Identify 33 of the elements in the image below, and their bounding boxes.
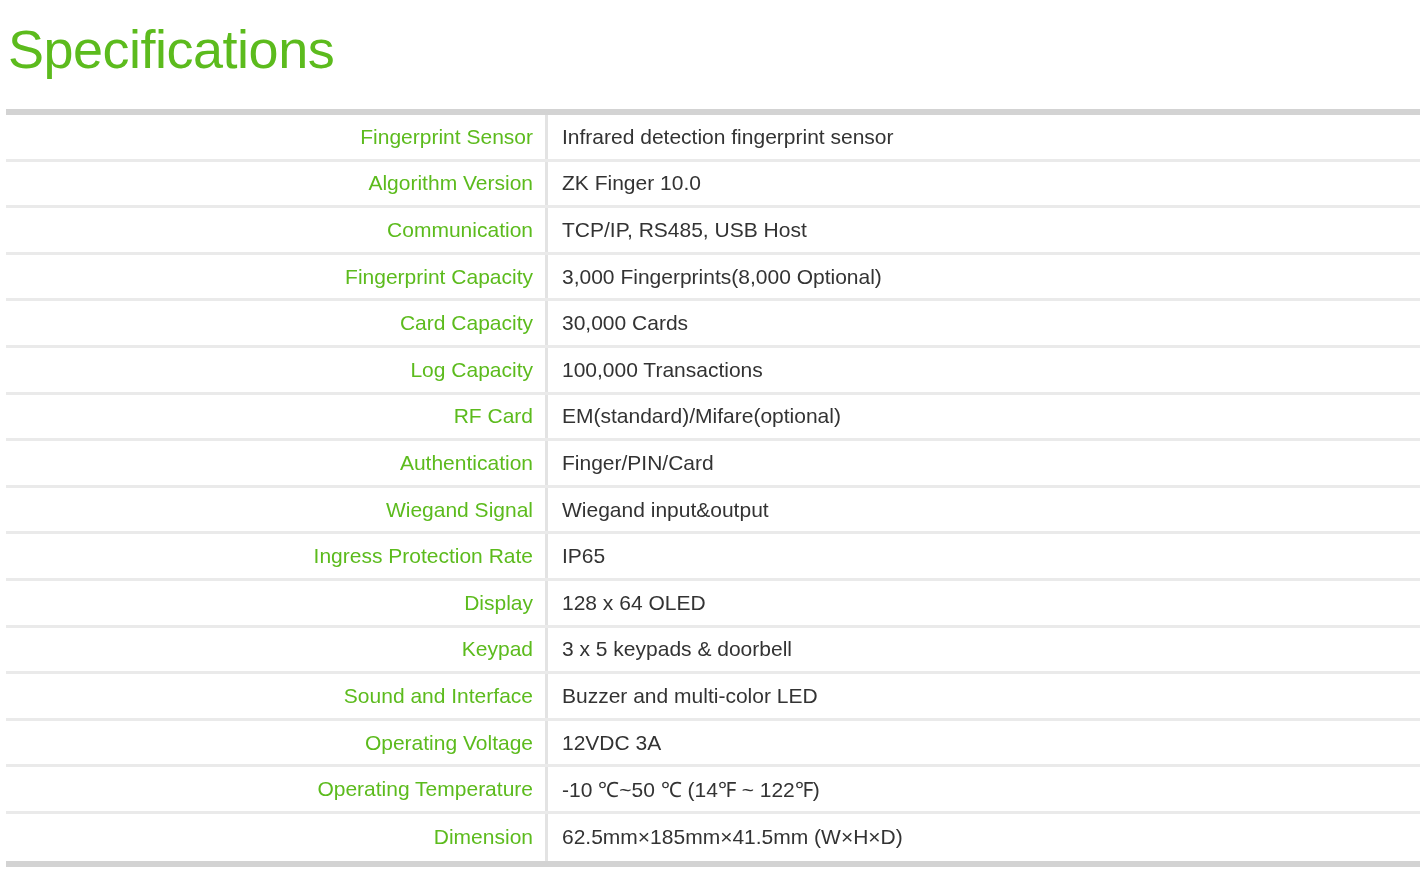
spec-label: Authentication — [6, 441, 548, 485]
spec-value: Wiegand input&output — [561, 496, 770, 523]
spec-label: Log Capacity — [6, 347, 548, 392]
spec-value: Finger/PIN/Card — [561, 449, 715, 476]
page-title: Specifications — [8, 18, 336, 81]
spec-value: 128 x 64 OLED — [561, 589, 707, 616]
spec-value: ZK Finger 10.0 — [561, 170, 702, 197]
spec-label: Algorithm Version — [6, 161, 548, 206]
spec-value: 62.5mm×185mm×41.5mm (W×H×D) — [561, 824, 904, 851]
spec-value: Buzzer and multi-color LED — [561, 682, 819, 709]
spec-label: Operating Voltage — [6, 720, 548, 765]
spec-value: 3 x 5 keypads & doorbell — [561, 636, 793, 663]
spec-value: -10 ℃~50 ℃ (14℉ ~ 122℉) — [561, 777, 821, 804]
spec-label: Operating Temperature — [6, 767, 548, 811]
spec-value: 12VDC 3A — [561, 729, 663, 756]
spec-label: Dimension — [6, 813, 548, 861]
spec-label: Keypad — [6, 627, 548, 672]
spec-label: Communication — [6, 208, 548, 252]
spec-value: 100,000 Transactions — [561, 356, 764, 383]
spec-value: TCP/IP, RS485, USB Host — [561, 217, 808, 243]
spec-value: 30,000 Cards — [561, 310, 690, 337]
spec-label: Card Capacity — [6, 301, 548, 345]
spec-label: Wiegand Signal — [6, 487, 548, 532]
spec-value: IP65 — [561, 543, 607, 570]
spec-value: Infrared detection fingerprint sensor — [561, 123, 895, 150]
spec-label: RF Card — [6, 394, 548, 439]
spec-value: EM(standard)/Mifare(optional) — [561, 403, 842, 430]
spec-label: Sound and Interface — [6, 674, 548, 718]
spec-value: 3,000 Fingerprints(8,000 Optional) — [561, 263, 883, 290]
spec-label: Display — [6, 580, 548, 625]
spec-label: Ingress Protection Rate — [6, 534, 548, 578]
spec-label: Fingerprint Capacity — [6, 254, 548, 299]
spec-label: Fingerprint Sensor — [6, 115, 548, 159]
